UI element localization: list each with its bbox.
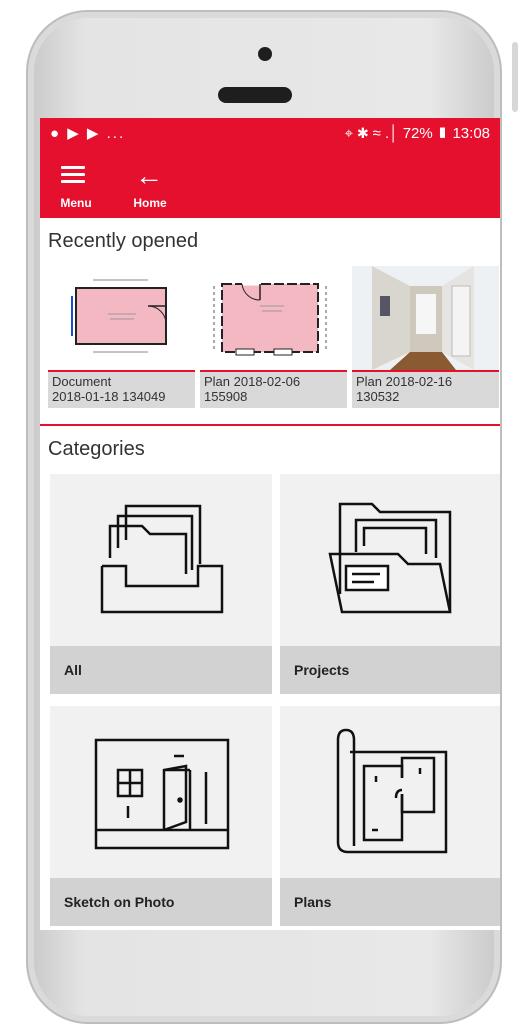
recent-item-name: Plan 2018-02-06	[204, 374, 301, 389]
category-tile-all[interactable]: All	[50, 474, 272, 694]
earpiece-speaker	[218, 87, 292, 103]
category-label: Plans	[280, 878, 500, 926]
category-label: All	[50, 646, 272, 694]
recent-item-caption: Document 2018-01-18 134049	[52, 374, 166, 404]
room-sketch-icon	[50, 706, 272, 878]
front-camera	[258, 47, 272, 61]
category-tile-projects[interactable]: Projects	[280, 474, 500, 694]
recent-item-name: Plan 2018-02-16	[356, 374, 453, 389]
hamburger-icon	[61, 166, 85, 184]
category-label-text: Projects	[294, 662, 350, 678]
menu-label: Menu	[60, 196, 92, 210]
status-system-info: ⌖ ✱ ≈ .│ 72% ▮ 13:08	[344, 125, 490, 142]
category-label-text: Plans	[294, 894, 332, 910]
recent-item-name: Document	[52, 374, 112, 389]
category-label-text: All	[64, 662, 82, 678]
recently-opened-title: Recently opened	[48, 230, 199, 252]
category-label-text: Sketch on Photo	[64, 894, 175, 910]
status-bar: ● ▶ ▶ ... ⌖ ✱ ≈ .│ 72% ▮ 13:08	[40, 118, 500, 150]
floor-plan-thumbnail-icon	[48, 266, 195, 372]
category-label: Projects	[280, 646, 500, 694]
recent-item-caption: Plan 2018-02-16 130532	[356, 374, 452, 404]
back-arrow-icon: ←	[135, 160, 163, 191]
app-bar: Menu ← Home	[40, 150, 500, 218]
app-screen: ● ▶ ▶ ... ⌖ ✱ ≈ .│ 72% ▮ 13:08 Menu ← Ho…	[40, 118, 500, 930]
floor-plan-thumbnail-icon	[200, 266, 347, 372]
recent-item-date: 130532	[356, 389, 400, 404]
recent-item-date: 155908	[204, 389, 248, 404]
recent-list: Document 2018-01-18 134049 Plan 2018-02-…	[48, 266, 500, 408]
recent-item-date: 2018-01-18 134049	[52, 389, 166, 404]
recent-item[interactable]: Plan 2018-02-16 130532	[352, 266, 499, 408]
categories-title: Categories	[48, 438, 145, 460]
section-divider	[40, 424, 500, 426]
category-tile-plans[interactable]: Plans	[280, 706, 500, 926]
status-notification-icons: ● ▶ ▶ ...	[50, 125, 126, 142]
recent-item[interactable]: Document 2018-01-18 134049	[48, 266, 195, 408]
home-label: Home	[133, 196, 167, 210]
hallway-photo-thumbnail-icon	[352, 266, 499, 372]
open-folder-icon	[280, 474, 500, 646]
menu-button[interactable]: Menu	[54, 160, 98, 210]
file-tray-icon	[50, 474, 272, 646]
category-label: Sketch on Photo	[50, 878, 272, 926]
phone-side-button	[512, 42, 518, 112]
category-tile-sketch-on-photo[interactable]: Sketch on Photo	[50, 706, 272, 926]
recent-item[interactable]: Plan 2018-02-06 155908	[200, 266, 347, 408]
home-button[interactable]: ← Home	[128, 160, 172, 211]
recent-item-caption: Plan 2018-02-06 155908	[204, 374, 300, 404]
floor-plan-scroll-icon	[280, 706, 500, 878]
